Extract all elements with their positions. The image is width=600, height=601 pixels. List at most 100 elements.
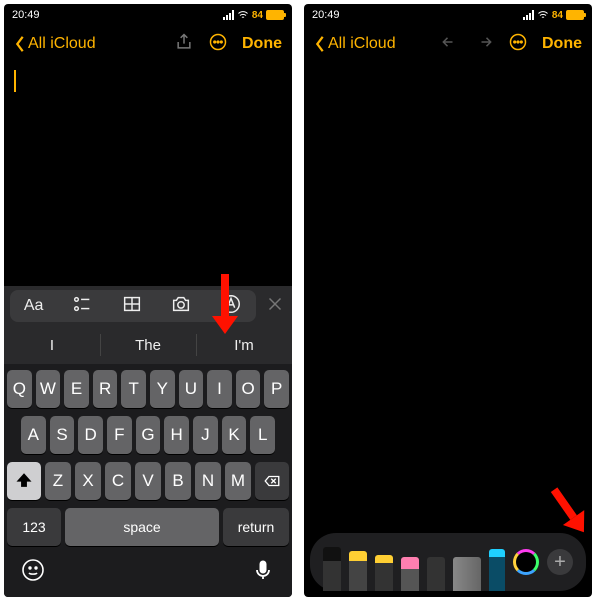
key-m[interactable]: M <box>225 462 251 500</box>
camera-icon <box>170 293 192 315</box>
markup-icon <box>220 293 242 315</box>
key-return[interactable]: return <box>223 508 289 546</box>
phone-left: 20:49 84 All iCloud Done <box>4 4 292 597</box>
dictation-button[interactable] <box>251 558 275 587</box>
key-u[interactable]: U <box>179 370 204 408</box>
markup-toolbar: + <box>310 533 586 591</box>
nav-bar: All iCloud Done <box>4 24 292 64</box>
tool-pen[interactable] <box>323 547 341 591</box>
chevron-left-icon <box>314 35 326 53</box>
redo-button[interactable] <box>474 32 494 57</box>
key-p[interactable]: P <box>264 370 289 408</box>
key-d[interactable]: D <box>78 416 103 454</box>
nav-bar: All iCloud Done <box>304 24 592 64</box>
key-delete[interactable] <box>255 462 289 500</box>
key-g[interactable]: G <box>136 416 161 454</box>
key-z[interactable]: Z <box>45 462 71 500</box>
key-b[interactable]: B <box>165 462 191 500</box>
key-t[interactable]: T <box>121 370 146 408</box>
suggestion-1[interactable]: I <box>4 326 100 364</box>
phone-right: 20:49 84 All iCloud Done <box>304 4 592 597</box>
more-button[interactable] <box>508 32 528 57</box>
back-button[interactable]: All iCloud <box>314 35 440 53</box>
tool-eraser[interactable] <box>401 557 419 591</box>
key-f[interactable]: F <box>107 416 132 454</box>
battery-icon <box>566 10 584 20</box>
keyboard-toolbar: Aa <box>4 286 292 326</box>
signal-icon <box>523 10 534 20</box>
wifi-icon <box>237 9 249 21</box>
keyboard: Q W E R T Y U I O P A S D F G H J K L <box>4 364 292 597</box>
ellipsis-circle-icon <box>208 32 228 52</box>
tool-marker[interactable] <box>349 551 367 591</box>
key-y[interactable]: Y <box>150 370 175 408</box>
text-cursor <box>14 70 16 92</box>
signal-icon <box>223 10 234 20</box>
format-text-button[interactable]: Aa <box>24 297 44 315</box>
tool-pixel-pen[interactable] <box>489 549 505 591</box>
checklist-button[interactable] <box>71 293 93 320</box>
suggestion-bar: I The I'm <box>4 326 292 364</box>
undo-icon <box>440 32 460 52</box>
emoji-icon <box>21 558 45 582</box>
markup-button[interactable] <box>220 293 242 320</box>
status-bar: 20:49 84 <box>304 4 592 24</box>
key-x[interactable]: X <box>75 462 101 500</box>
key-q[interactable]: Q <box>7 370 32 408</box>
back-label: All iCloud <box>28 35 96 53</box>
mic-icon <box>251 558 275 582</box>
share-icon <box>174 32 194 52</box>
undo-button[interactable] <box>440 32 460 57</box>
add-button[interactable]: + <box>547 549 573 575</box>
key-h[interactable]: H <box>164 416 189 454</box>
key-l[interactable]: L <box>250 416 275 454</box>
key-shift[interactable] <box>7 462 41 500</box>
redo-icon <box>474 32 494 52</box>
ellipsis-circle-icon <box>508 32 528 52</box>
key-c[interactable]: C <box>105 462 131 500</box>
key-numbers[interactable]: 123 <box>7 508 61 546</box>
toolbar-close-button[interactable] <box>264 293 286 320</box>
close-icon <box>264 293 286 315</box>
back-label: All iCloud <box>328 35 396 53</box>
tool-lasso[interactable] <box>427 557 445 591</box>
key-r[interactable]: R <box>93 370 118 408</box>
key-n[interactable]: N <box>195 462 221 500</box>
emoji-button[interactable] <box>21 558 45 587</box>
battery-percent: 84 <box>552 10 563 21</box>
key-e[interactable]: E <box>64 370 89 408</box>
key-space[interactable]: space <box>65 508 219 546</box>
chevron-left-icon <box>14 35 26 53</box>
battery-percent: 84 <box>252 10 263 21</box>
key-v[interactable]: V <box>135 462 161 500</box>
key-a[interactable]: A <box>21 416 46 454</box>
share-button[interactable] <box>174 32 194 57</box>
wifi-icon <box>537 9 549 21</box>
shift-icon <box>15 472 33 490</box>
key-w[interactable]: W <box>36 370 61 408</box>
sketch-canvas[interactable] <box>304 64 592 533</box>
done-button[interactable]: Done <box>542 35 582 53</box>
tool-pencil[interactable] <box>375 555 393 591</box>
color-picker-button[interactable] <box>513 549 539 575</box>
key-i[interactable]: I <box>207 370 232 408</box>
status-bar: 20:49 84 <box>4 4 292 24</box>
note-editor[interactable] <box>4 64 292 286</box>
table-icon <box>121 293 143 315</box>
tool-ruler[interactable] <box>453 557 481 591</box>
checklist-icon <box>71 293 93 315</box>
table-button[interactable] <box>121 293 143 320</box>
more-button[interactable] <box>208 32 228 57</box>
suggestion-3[interactable]: I'm <box>196 326 292 364</box>
suggestion-2[interactable]: The <box>100 326 196 364</box>
back-button[interactable]: All iCloud <box>14 35 174 53</box>
done-button[interactable]: Done <box>242 35 282 53</box>
key-s[interactable]: S <box>50 416 75 454</box>
key-j[interactable]: J <box>193 416 218 454</box>
status-time: 20:49 <box>312 9 340 21</box>
key-o[interactable]: O <box>236 370 261 408</box>
delete-icon <box>263 472 281 490</box>
key-k[interactable]: K <box>222 416 247 454</box>
camera-button[interactable] <box>170 293 192 320</box>
status-time: 20:49 <box>12 9 40 21</box>
